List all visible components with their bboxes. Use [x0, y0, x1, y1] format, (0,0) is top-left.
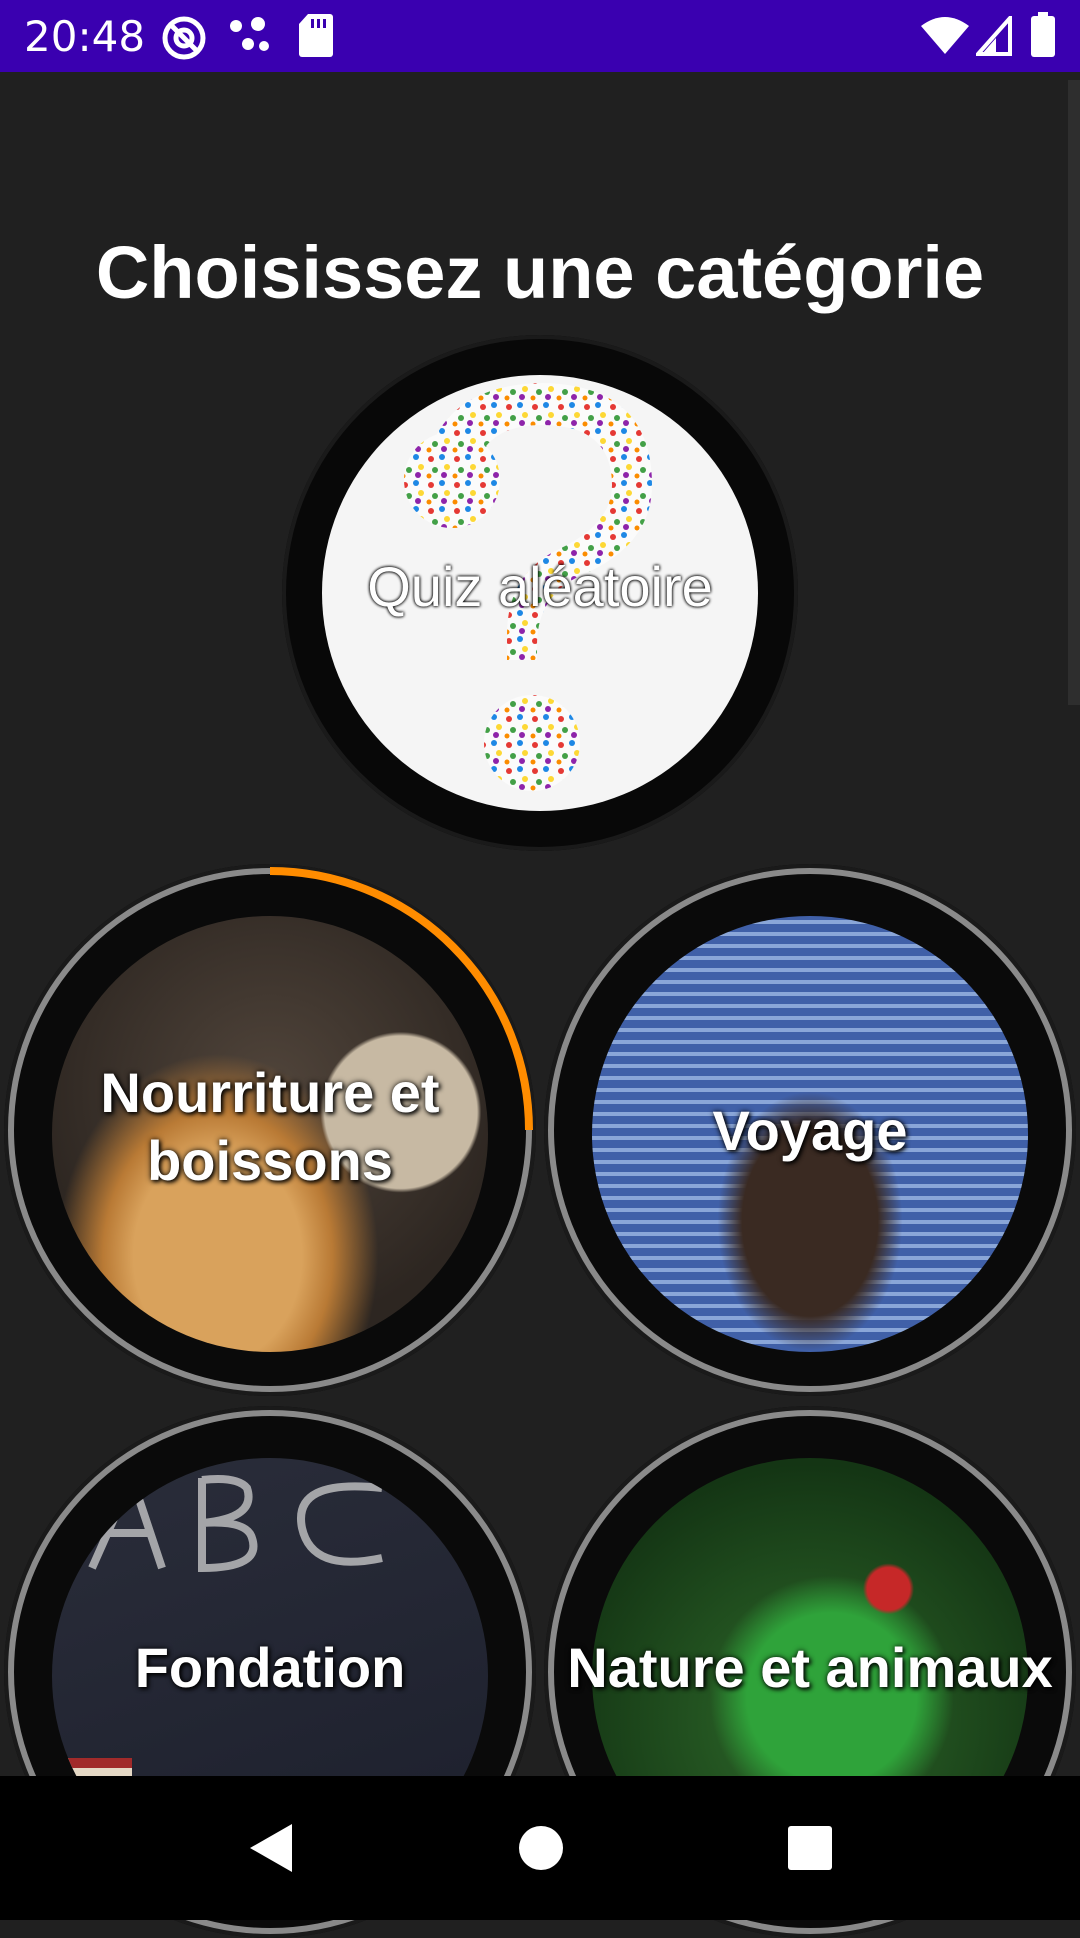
- back-icon[interactable]: [244, 1820, 300, 1876]
- category-label: Quiz aléatoire: [367, 555, 713, 618]
- category-label: Nature et animaux: [567, 1636, 1053, 1699]
- page-title: Choisissez une catégorie: [95, 231, 985, 314]
- at-sign-icon: [162, 16, 206, 60]
- home-icon[interactable]: [518, 1820, 564, 1876]
- navigation-bar: [0, 1776, 1080, 1920]
- category-label: Fondation: [134, 1636, 406, 1699]
- status-time: 20:48: [24, 12, 146, 61]
- wifi-icon: [921, 17, 969, 54]
- category-label-line-1: Nourriture et: [100, 1061, 440, 1124]
- category-random-quiz[interactable]: Quiz aléatoire: [282, 335, 798, 851]
- category-label-line-2: boissons: [147, 1129, 393, 1192]
- sd-card-icon: [299, 14, 333, 57]
- status-bar: 20:48: [0, 0, 1080, 72]
- dots-icon: [230, 17, 269, 51]
- category-travel[interactable]: Voyage: [544, 864, 1076, 1396]
- scroll-indicator[interactable]: [1068, 80, 1080, 705]
- recents-icon[interactable]: [786, 1820, 834, 1876]
- category-label: Voyage: [712, 1099, 908, 1162]
- battery-icon: [1031, 12, 1055, 57]
- signal-icon: [976, 16, 1012, 56]
- category-label: Nourriture et boissons: [4, 1059, 536, 1195]
- category-food-drinks[interactable]: Nourriture et boissons: [4, 864, 536, 1396]
